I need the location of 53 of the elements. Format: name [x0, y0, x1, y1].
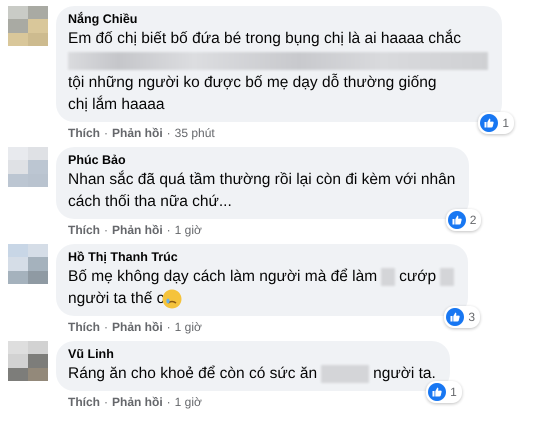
separator-dot: · [166, 320, 171, 335]
author-name[interactable]: Phúc Bảo [68, 152, 456, 169]
separator-dot: · [104, 320, 108, 335]
action-link[interactable]: Thích [68, 223, 100, 238]
comment-text: Em đố chị biết bố đứa bé trong bụng chị là ai haaaa chắc [68, 28, 461, 49]
separator-dot: · [104, 126, 108, 141]
author-name[interactable]: Hồ Thị Thanh Trúc [68, 249, 454, 266]
action-link[interactable]: Phản hồi [112, 395, 163, 410]
like-count: 1 [502, 116, 509, 130]
like-count: 2 [470, 213, 476, 227]
avatar[interactable] [8, 244, 48, 284]
like-icon [428, 383, 446, 401]
avatar[interactable] [8, 147, 48, 187]
reaction-count[interactable]: 3 [444, 306, 480, 328]
like-count: 1 [450, 385, 457, 399]
like-icon [446, 308, 464, 326]
reaction-count[interactable]: 1 [478, 112, 514, 134]
redacted-block [321, 365, 370, 383]
comment-text: Bố mẹ không dạy cách làm người mà để làm [68, 267, 378, 287]
reaction-count[interactable]: 1 [426, 381, 462, 403]
separator-dot: · [166, 126, 171, 141]
author-name[interactable]: Nắng Chiều [68, 11, 488, 28]
comment-text: tội những người ko được bố mẹ dạy dỗ thường giống [68, 72, 436, 93]
action-link[interactable]: Thích [68, 126, 100, 141]
comment-text: chị lắm haaaa [68, 94, 165, 115]
comment-text: cách thối tha nữa chứ... [68, 192, 232, 212]
comment-text: người ta. [373, 364, 436, 384]
reaction-count[interactable]: 2 [446, 209, 482, 231]
action-link[interactable]: Thích [68, 320, 100, 335]
action-link[interactable]: Phản hồi [112, 320, 163, 335]
timestamp[interactable]: 1 giờ [174, 320, 202, 335]
avatar[interactable] [8, 341, 48, 381]
emoji-icon [162, 289, 182, 309]
comment-text: Ráng ăn cho khoẻ để còn có sức ăn [68, 364, 318, 384]
avatar[interactable] [8, 6, 48, 46]
separator-dot: · [104, 223, 108, 238]
separator-dot: · [166, 395, 171, 410]
like-icon [480, 114, 498, 132]
redacted-block [440, 268, 454, 286]
comment-text: Nhan sắc đã quá tầm thường rồi lại còn đi kèm với nhân [68, 170, 456, 190]
action-link[interactable]: Thích [68, 395, 100, 410]
author-name[interactable]: Vũ Linh [68, 346, 436, 363]
action-link[interactable]: Phản hồi [112, 223, 163, 238]
separator-dot: · [166, 223, 171, 238]
like-icon [448, 211, 466, 229]
comment-text: cướp [399, 267, 436, 287]
timestamp[interactable]: 1 giờ [174, 395, 202, 410]
action-link[interactable]: Phản hồi [112, 126, 163, 141]
like-count: 3 [468, 310, 476, 324]
timestamp[interactable]: 1 giờ [174, 223, 202, 238]
timestamp[interactable]: 35 phút [174, 126, 215, 141]
redacted-block [381, 268, 396, 286]
separator-dot: · [104, 395, 108, 410]
